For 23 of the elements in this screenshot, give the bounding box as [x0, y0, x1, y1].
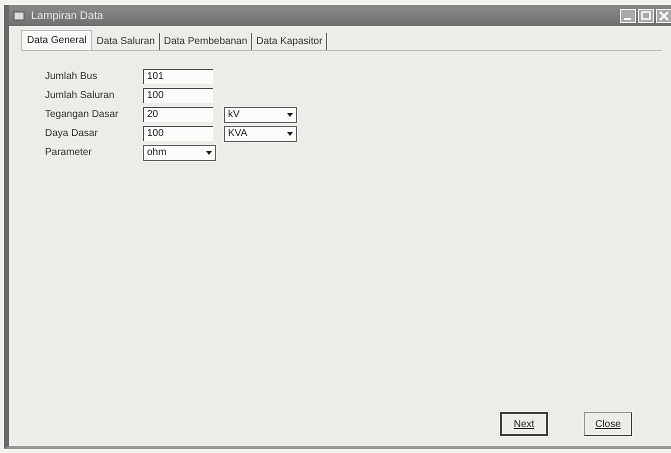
close-icon[interactable]: [656, 8, 671, 22]
dropdown[interactable]: KVA: [224, 126, 297, 142]
tab[interactable]: Data Pembebanan: [160, 33, 252, 50]
field-label: Jumlah Bus: [45, 71, 98, 82]
maximize-icon[interactable]: [638, 8, 654, 22]
dropdown[interactable]: ohm: [143, 144, 216, 160]
field-label: Jumlah Saluran: [45, 90, 116, 101]
field-label: Tegangan Dasar: [45, 109, 120, 120]
dropdown[interactable]: kV: [224, 106, 297, 122]
input-field[interactable]: 101: [143, 69, 213, 84]
app-icon: [13, 10, 25, 22]
tab[interactable]: Data Saluran: [92, 33, 160, 50]
tab[interactable]: Data Kapasitor: [252, 33, 328, 50]
tab[interactable]: Data General: [21, 30, 92, 50]
input-field[interactable]: 100: [143, 88, 213, 103]
window-title: Lampiran Data: [31, 10, 104, 22]
minimize-icon[interactable]: [620, 8, 636, 22]
close-button[interactable]: Close: [584, 412, 632, 436]
input-field[interactable]: 100: [143, 126, 213, 141]
field-label: Parameter: [45, 147, 93, 158]
field-label: Daya Dasar: [45, 128, 99, 139]
next-button[interactable]: Next: [500, 412, 548, 436]
input-field[interactable]: 20: [143, 107, 213, 122]
